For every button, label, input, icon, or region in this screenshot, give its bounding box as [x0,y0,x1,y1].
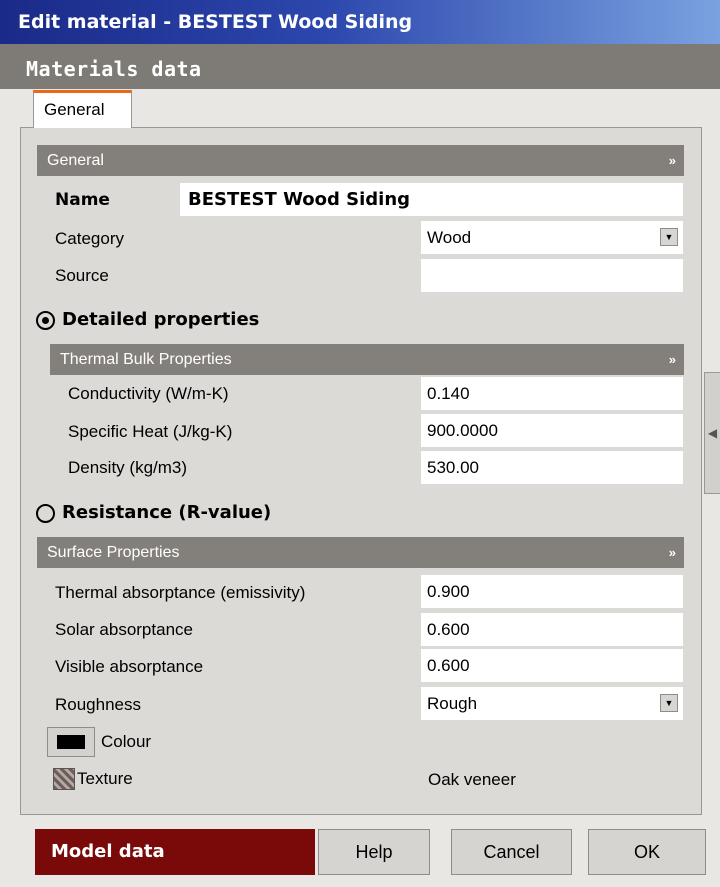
specific-heat-label: Specific Heat (J/kg-K) [68,422,233,441]
thermal-absorptance-label: Thermal absorptance (emissivity) [55,583,306,602]
section-surface[interactable]: Surface Properties » [37,537,684,568]
collapse-icon[interactable]: » [669,537,676,568]
category-value: Wood [427,228,472,247]
section-general-title: General [47,152,104,169]
collapse-icon[interactable]: » [669,344,676,375]
window-title: Edit material - BESTEST Wood Siding [0,0,720,44]
help-button[interactable]: Help [318,829,430,875]
ok-button[interactable]: OK [588,829,706,875]
radio-selected-icon [42,317,49,324]
resistance-radio[interactable] [36,504,55,523]
density-label: Density (kg/m3) [68,458,188,477]
visible-absorptance-label: Visible absorptance [55,657,204,676]
dropdown-arrow-icon[interactable]: ▼ [660,694,678,712]
thermal-absorptance-field[interactable]: 0.900 [421,575,683,608]
solar-absorptance-label: Solar absorptance [55,620,193,639]
name-label: Name [55,190,110,210]
source-field[interactable] [421,259,683,292]
name-field[interactable]: BESTEST Wood Siding [180,183,683,216]
texture-value: Oak veneer [428,770,516,789]
roughness-select[interactable]: Rough ▼ [421,687,683,720]
density-field[interactable]: 530.00 [421,451,683,484]
category-label: Category [55,229,124,248]
detailed-properties-label[interactable]: Detailed properties [62,309,259,331]
dropdown-arrow-icon[interactable]: ▼ [660,228,678,246]
visible-absorptance-field[interactable]: 0.600 [421,649,683,682]
colour-swatch [57,735,85,749]
tab-general[interactable]: General [33,90,132,128]
category-select[interactable]: Wood ▼ [421,221,683,254]
roughness-label: Roughness [55,695,142,714]
solar-absorptance-field[interactable]: 0.600 [421,613,683,646]
texture-icon[interactable] [53,768,75,790]
section-thermal-bulk[interactable]: Thermal Bulk Properties » [50,344,684,375]
texture-label: Texture [77,769,133,788]
cancel-button[interactable]: Cancel [451,829,572,875]
conductivity-field[interactable]: 0.140 [421,377,683,410]
side-panel-toggle[interactable]: ◀ [704,372,720,494]
resistance-label[interactable]: Resistance (R-value) [62,502,271,524]
roughness-value: Rough [427,694,478,713]
detailed-properties-radio[interactable] [36,311,55,330]
section-surface-title: Surface Properties [47,544,180,561]
specific-heat-field[interactable]: 900.0000 [421,414,683,447]
source-label: Source [55,266,109,285]
colour-label: Colour [101,732,152,751]
chevron-left-icon: ◀ [707,426,718,440]
conductivity-label: Conductivity (W/m-K) [68,384,229,403]
section-general[interactable]: General » [37,145,684,176]
model-data-button[interactable]: Model data [35,829,315,875]
section-thermal-bulk-title: Thermal Bulk Properties [60,351,232,368]
colour-swatch-button[interactable] [47,727,95,757]
collapse-icon[interactable]: » [669,145,676,176]
page-title: Materials data [0,44,720,89]
